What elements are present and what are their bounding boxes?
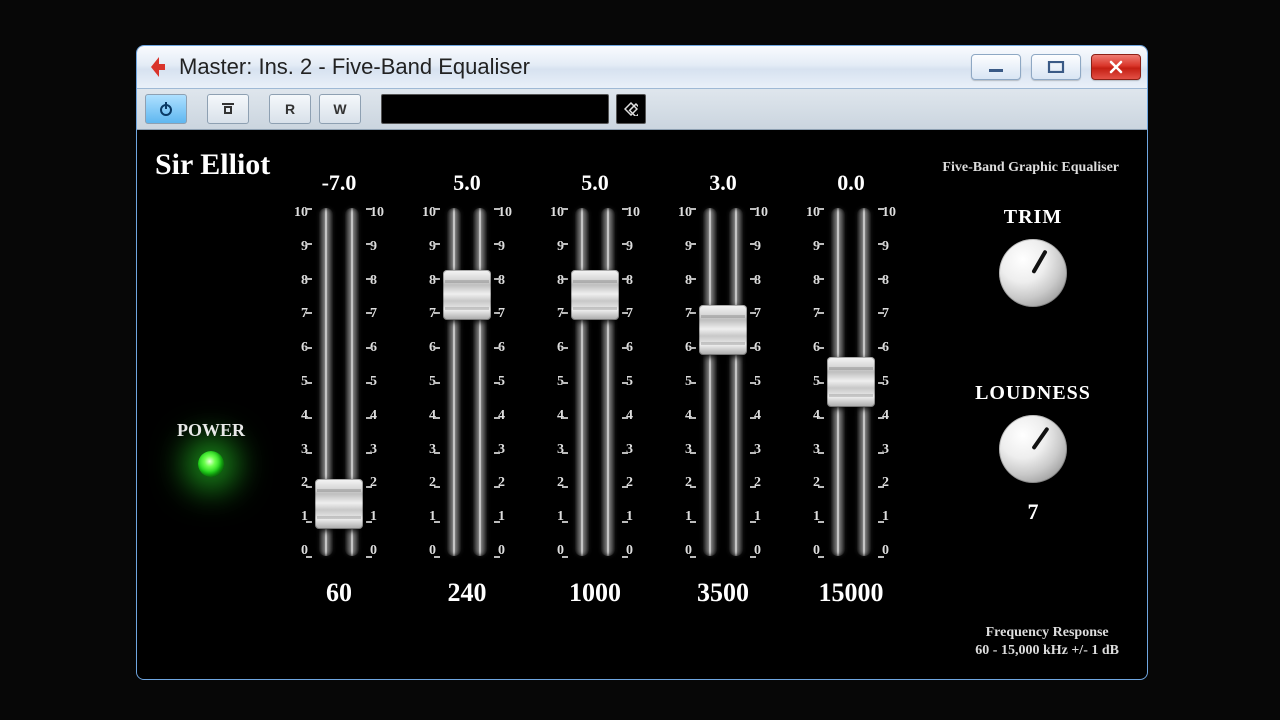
band-freq-label: 1000 (569, 578, 621, 608)
band-gain-readout: 5.0 (453, 170, 481, 198)
automation-write-button[interactable]: W (319, 94, 361, 124)
eq-band-15000: 0.0 109876543210109876543210 15000 (794, 170, 908, 608)
close-button[interactable] (1091, 54, 1141, 80)
automation-read-button[interactable]: R (269, 94, 311, 124)
fader-cap[interactable] (571, 270, 619, 320)
band-gain-readout: -7.0 (322, 170, 357, 198)
band-gain-readout: 0.0 (837, 170, 865, 198)
loudness-knob[interactable] (999, 415, 1067, 483)
minimize-button[interactable] (971, 54, 1021, 80)
fader-cap[interactable] (443, 270, 491, 320)
band-gain-readout: 5.0 (581, 170, 609, 198)
trim-label: TRIM (973, 206, 1093, 229)
eq-bands: -7.0 109876543210109876543210 60 5.0 1098765… (282, 170, 908, 608)
band-slider[interactable]: 109876543210109876543210 (666, 204, 780, 560)
fader-cap[interactable] (315, 479, 363, 529)
footer-line2: 60 - 15,000 kHz +/- 1 dB (975, 642, 1119, 660)
eq-band-1000: 5.0 109876543210109876543210 1000 (538, 170, 652, 608)
band-freq-label: 240 (448, 578, 487, 608)
fader-cap[interactable] (699, 305, 747, 355)
plugin-brand: Sir Elliot (155, 148, 270, 182)
band-gain-readout: 3.0 (709, 170, 737, 198)
desktop: Master: Ins. 2 - Five-Band Equaliser R W (0, 0, 1280, 720)
footer-note: Frequency Response 60 - 15,000 kHz +/- 1… (975, 624, 1119, 659)
trim-knob[interactable] (999, 239, 1067, 307)
power-label: POWER (177, 420, 245, 441)
toolbar-button-b[interactable] (207, 94, 249, 124)
eq-band-60: -7.0 109876543210109876543210 60 (282, 170, 396, 608)
band-freq-label: 3500 (697, 578, 749, 608)
loudness-section: LOUDNESS 7 (973, 382, 1093, 525)
bypass-power-button[interactable] (145, 94, 187, 124)
band-slider[interactable]: 109876543210109876543210 (794, 204, 908, 560)
plugin-subtitle: Five-Band Graphic Equaliser (942, 160, 1119, 176)
app-icon (145, 53, 173, 81)
band-slider[interactable]: 109876543210109876543210 (410, 204, 524, 560)
power-led[interactable] (198, 451, 224, 477)
footer-line1: Frequency Response (975, 624, 1119, 642)
trim-section: TRIM (973, 206, 1093, 307)
plugin-window: Master: Ins. 2 - Five-Band Equaliser R W (136, 45, 1148, 680)
eq-band-240: 5.0 109876543210109876543210 240 (410, 170, 524, 608)
preset-name-field[interactable] (381, 94, 609, 124)
band-slider[interactable]: 109876543210109876543210 (538, 204, 652, 560)
loudness-label: LOUDNESS (973, 382, 1093, 405)
plugin-toolbar: R W (137, 89, 1147, 130)
band-freq-label: 60 (326, 578, 352, 608)
power-section: POWER (177, 420, 245, 477)
band-slider[interactable]: 109876543210109876543210 (282, 204, 396, 560)
window-title: Master: Ins. 2 - Five-Band Equaliser (179, 54, 530, 80)
maximize-button[interactable] (1031, 54, 1081, 80)
fader-cap[interactable] (827, 357, 875, 407)
preset-browser-button[interactable] (616, 94, 646, 124)
band-freq-label: 15000 (819, 578, 884, 608)
eq-band-3500: 3.0 109876543210109876543210 3500 (666, 170, 780, 608)
plugin-panel: Sir Elliot Five-Band Graphic Equaliser P… (137, 130, 1147, 680)
loudness-value: 7 (973, 499, 1093, 525)
titlebar[interactable]: Master: Ins. 2 - Five-Band Equaliser (137, 46, 1147, 89)
